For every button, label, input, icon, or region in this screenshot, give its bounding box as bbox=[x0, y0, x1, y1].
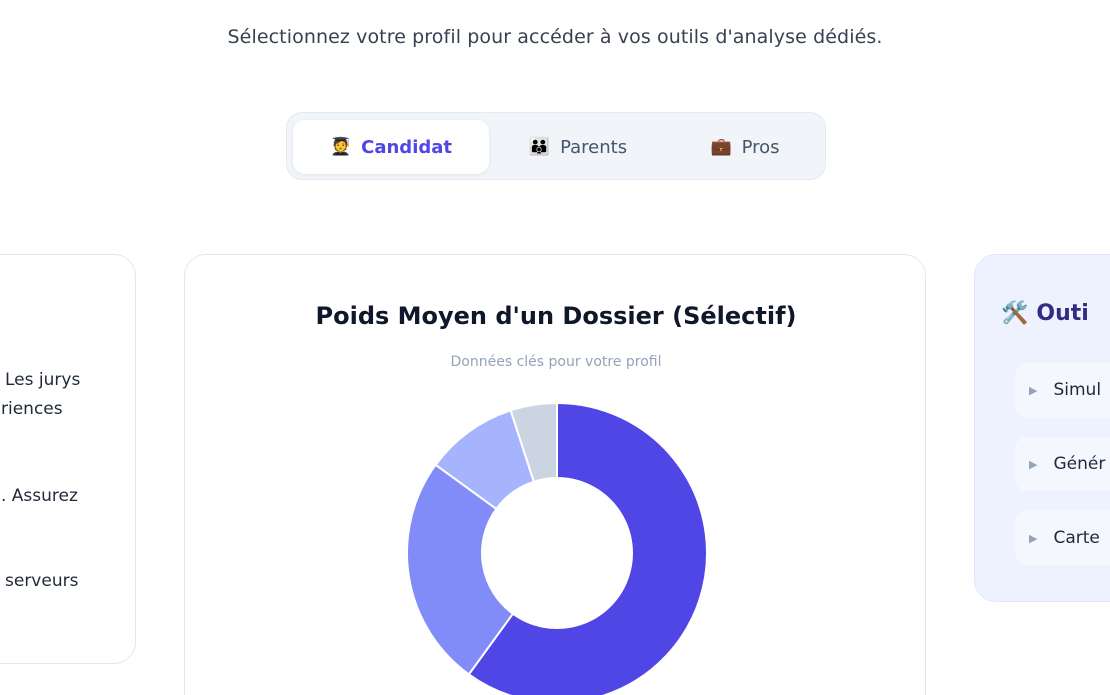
chart-title: Poids Moyen d'un Dossier (Sélectif) bbox=[315, 302, 797, 330]
tools-card: 🛠️ Outi ▶ Simul ▶ Génér ▶ Carte bbox=[974, 254, 1110, 602]
page-subtitle: Sélectionnez votre profil pour accéder à… bbox=[227, 26, 883, 48]
info-card: Les jurys riences . Assurez serveurs bbox=[0, 254, 136, 664]
info-text-line: serveurs bbox=[5, 571, 79, 591]
arrow-right-icon: ▶ bbox=[1029, 531, 1038, 545]
tool-item-label: Génér bbox=[1053, 454, 1106, 474]
tab-candidat[interactable]: 🧑‍🎓 Candidat bbox=[293, 120, 489, 174]
tools-title: 🛠️ Outi bbox=[1001, 301, 1089, 326]
arrow-right-icon: ▶ bbox=[1029, 383, 1038, 397]
tab-pros[interactable]: 💼 Pros bbox=[669, 120, 821, 174]
tools-title-label: Outi bbox=[1036, 301, 1089, 326]
info-text-line: riences bbox=[1, 399, 63, 419]
page: Sélectionnez votre profil pour accéder à… bbox=[0, 0, 1110, 695]
tool-item-map[interactable]: ▶ Carte bbox=[1015, 511, 1110, 565]
tab-parents[interactable]: 👪 Parents bbox=[493, 120, 663, 174]
donut-chart bbox=[406, 401, 708, 695]
chart-card: Poids Moyen d'un Dossier (Sélectif) Donn… bbox=[184, 254, 926, 695]
chart-subtitle: Données clés pour votre profil bbox=[450, 354, 662, 370]
info-text-line: Les jurys bbox=[5, 370, 81, 390]
tab-label: Parents bbox=[560, 136, 628, 158]
tab-label: Candidat bbox=[361, 136, 453, 158]
graduate-icon: 🧑‍🎓 bbox=[329, 137, 352, 157]
arrow-right-icon: ▶ bbox=[1029, 457, 1038, 471]
page-heading-cut bbox=[430, 0, 680, 4]
tool-item-simulator[interactable]: ▶ Simul bbox=[1015, 363, 1110, 417]
briefcase-icon: 💼 bbox=[710, 137, 732, 157]
tab-label: Pros bbox=[741, 136, 780, 158]
info-text-line: . Assurez bbox=[1, 486, 78, 506]
family-icon: 👪 bbox=[528, 137, 551, 157]
tools-icon: 🛠️ bbox=[1001, 301, 1029, 326]
tool-item-generator[interactable]: ▶ Génér bbox=[1015, 437, 1110, 491]
tool-item-label: Simul bbox=[1053, 380, 1102, 400]
tool-item-label: Carte bbox=[1053, 528, 1100, 548]
profile-tabs: 🧑‍🎓 Candidat 👪 Parents 💼 Pros bbox=[286, 112, 826, 180]
